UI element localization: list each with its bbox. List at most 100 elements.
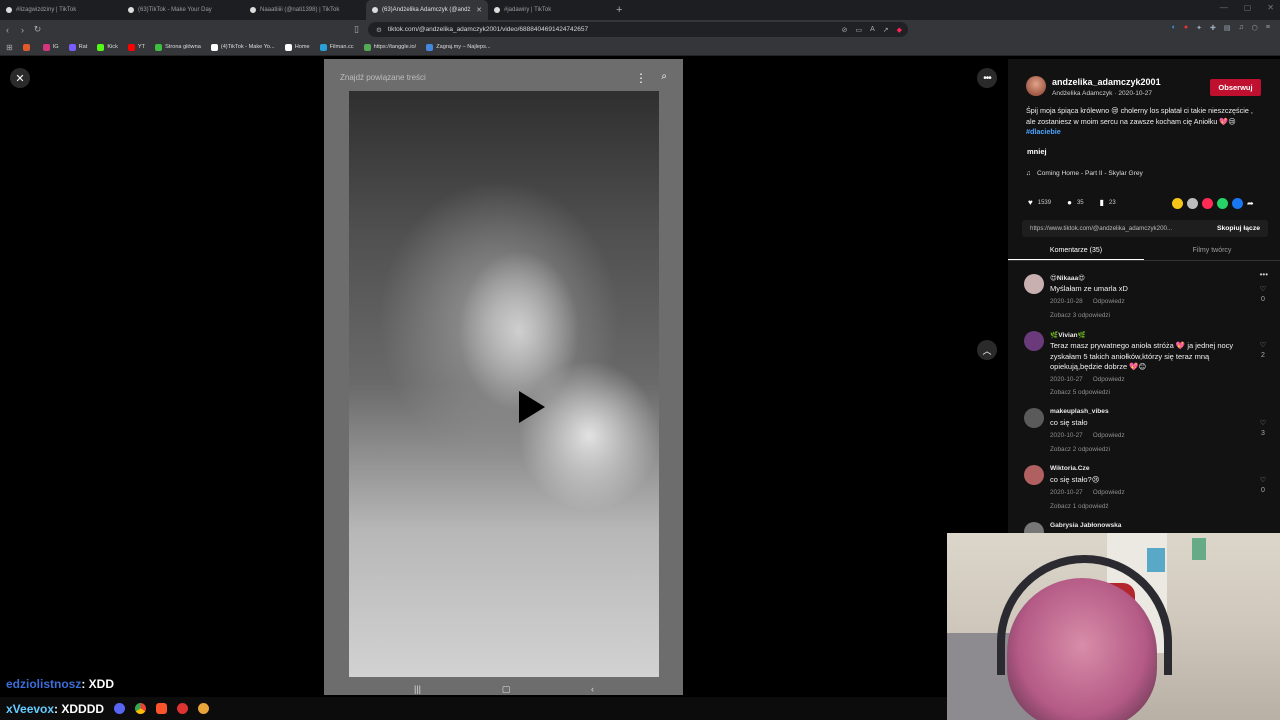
share-icon[interactable]: ↗ — [883, 26, 889, 34]
bookmark-item[interactable]: Home — [284, 43, 310, 51]
avatar[interactable] — [1026, 76, 1046, 96]
reply-link[interactable]: Odpowiedz — [1093, 298, 1125, 305]
toggle-description-link[interactable]: mniej — [1027, 147, 1047, 156]
comment-item: 🌿Vivian🌿 Teraz masz prywatnego anioła st… — [1024, 331, 1268, 401]
browser-tab-3[interactable]: Naaatiiiii (@nati1398) | TikTok — [244, 0, 366, 20]
extension-icon[interactable]: ◐ — [1172, 24, 1176, 32]
brave-shield-icon[interactable]: ◆ — [897, 26, 902, 34]
commenter-name[interactable]: makeuplash_vibes — [1050, 408, 1109, 415]
reply-link[interactable]: Odpowiedz — [1093, 376, 1125, 383]
bookmark-item[interactable]: Zagraj.my – Najleps... — [426, 43, 491, 51]
comment-stat[interactable]: ● 35 — [1067, 198, 1084, 207]
apps-grid-icon[interactable]: ⊞ — [6, 43, 13, 52]
menu-icon[interactable]: ≡ — [1266, 24, 1270, 32]
back-icon[interactable]: ‹ — [0, 25, 15, 35]
minimize-icon[interactable]: — — [1220, 3, 1228, 12]
browser-tab-2[interactable]: (63)TikTok - Make Your Day — [122, 0, 244, 20]
save-stat[interactable]: ▮ 23 — [1100, 198, 1116, 207]
comment-like[interactable]: ♡ 0 — [1258, 476, 1268, 496]
brave-icon[interactable] — [156, 703, 168, 714]
bookmark-item[interactable] — [22, 43, 33, 51]
music-icon[interactable]: ♫ — [1239, 24, 1244, 32]
previous-video-button[interactable]: ︿ — [977, 340, 997, 360]
sidebar-icon[interactable]: ▤ — [1224, 24, 1231, 32]
x-icon — [284, 43, 292, 51]
window-close-icon[interactable]: ✕ — [1267, 3, 1274, 12]
close-button[interactable]: ✕ — [10, 68, 30, 88]
extensions-area: ◐ ● ✦ ✚ ▤ ♫ ⬡ ≡ — [1172, 24, 1270, 32]
browser-tab-5[interactable]: #jadawiry | TikTok — [488, 0, 610, 20]
chat-text: : XDD — [81, 677, 115, 691]
commenter-name[interactable]: 😍Nikaaa😍 — [1050, 274, 1085, 282]
bookmark-item[interactable]: YT — [127, 43, 145, 51]
maximize-icon[interactable]: ▢ — [1244, 3, 1252, 12]
like-stat[interactable]: ♥ 1539 — [1028, 198, 1051, 207]
share-more-icon[interactable]: ➦ — [1247, 199, 1254, 208]
comment-more-icon[interactable]: ••• — [1260, 270, 1268, 279]
install-icon[interactable]: ▭ — [855, 26, 862, 34]
tab-close-icon[interactable]: ✕ — [476, 6, 482, 14]
tab-comments[interactable]: Komentarze (35) — [1008, 241, 1144, 260]
bookmark-item[interactable]: Kick — [97, 43, 118, 51]
share-embed-icon[interactable] — [1172, 198, 1183, 209]
share-repost-icon[interactable] — [1202, 198, 1213, 209]
search-icon[interactable]: ⌕ — [661, 71, 667, 82]
reply-link[interactable]: Odpowiedz — [1093, 432, 1125, 439]
share-whatsapp-icon[interactable] — [1217, 198, 1228, 209]
commenter-name[interactable]: Wiktoria.Cze — [1050, 465, 1090, 472]
bookmark-item[interactable]: Strona główna — [155, 43, 201, 51]
bookmark-item[interactable]: (4)TikTok - Make Yo... — [210, 43, 275, 51]
puzzle-icon[interactable]: ✚ — [1210, 24, 1216, 32]
vertical-dots-icon[interactable]: ⋮ — [635, 71, 647, 85]
comment-like[interactable]: ♡ 0 — [1258, 285, 1268, 305]
play-icon[interactable] — [519, 391, 545, 423]
extension-icon[interactable]: ✦ — [1196, 24, 1202, 32]
bookmark-item[interactable]: Rat — [68, 43, 87, 51]
view-replies-link[interactable]: Zobacz 2 odpowiedzi — [1050, 446, 1110, 453]
comment-like[interactable]: ♡ 3 — [1258, 419, 1268, 439]
view-replies-link[interactable]: Zobacz 5 odpowiedzi — [1050, 389, 1110, 396]
follow-button[interactable]: Obserwuj — [1210, 79, 1261, 96]
author-username[interactable]: andzelika_adamczyk2001 — [1052, 77, 1161, 87]
wallet-icon[interactable]: ⬡ — [1252, 24, 1258, 32]
view-replies-link[interactable]: Zobacz 3 odpowiedzi — [1050, 312, 1110, 319]
record-icon[interactable]: ● — [1184, 24, 1188, 32]
copy-link-button[interactable]: Skopiuj łącze — [1217, 225, 1260, 232]
bookmark-star-icon[interactable]: ▯ — [354, 24, 359, 35]
discord-icon[interactable] — [114, 703, 126, 714]
video-link-field[interactable]: https://www.tiktok.com/@andzelika_adamcz… — [1022, 220, 1268, 237]
new-tab-button[interactable]: + — [616, 4, 622, 16]
browser-tab-4-active[interactable]: (63)Andżelika Adamczyk (@andż ✕ — [366, 0, 488, 20]
back-nav-icon: ‹ — [591, 684, 594, 694]
translate-icon[interactable]: A — [870, 26, 875, 34]
more-options-button[interactable]: ••• — [977, 68, 997, 88]
reload-icon[interactable]: ↻ — [30, 24, 45, 35]
commenter-avatar[interactable] — [1024, 465, 1044, 485]
hashtag-link[interactable]: #dlaciebie — [1026, 127, 1061, 136]
chrome-icon[interactable] — [135, 703, 147, 714]
share-facebook-icon[interactable] — [1232, 198, 1243, 209]
bookmark-item[interactable]: Filman.cc — [319, 43, 354, 51]
comment-like[interactable]: ♡ 2 — [1258, 341, 1268, 361]
app-icon[interactable] — [198, 703, 210, 714]
commenter-name[interactable]: Gabrysia Jabłonowska — [1050, 522, 1121, 529]
site-info-icon[interactable]: ⚙ — [376, 26, 382, 34]
video-player[interactable]: Znajdź powiązane treści ⋮ ⌕ ➤ ||| ▢ ‹ — [324, 59, 683, 695]
commenter-name[interactable]: 🌿Vivian🌿 — [1050, 331, 1086, 339]
address-bar[interactable]: ⚙ tiktok.com/@andzelika_adamczyk2001/vid… — [368, 22, 908, 37]
commenter-avatar[interactable] — [1024, 331, 1044, 351]
bookmark-item[interactable]: IG — [42, 43, 59, 51]
share-friends-icon[interactable] — [1187, 198, 1198, 209]
reply-link[interactable]: Odpowiedz — [1093, 489, 1125, 496]
browser-icon[interactable] — [177, 703, 189, 714]
forward-icon[interactable]: › — [15, 25, 30, 35]
bookmark-item[interactable]: https://tanggle.io/ — [363, 43, 416, 51]
related-search-label[interactable]: Znajdź powiązane treści — [340, 73, 426, 82]
commenter-avatar[interactable] — [1024, 274, 1044, 294]
music-row[interactable]: ♫ Coming Home - Part II - Skylar Grey — [1026, 170, 1143, 177]
browser-tab-1[interactable]: #lizagwizdziny | TikTok — [0, 0, 122, 20]
eye-off-icon[interactable]: ⊘ — [842, 26, 848, 34]
tab-creator-videos[interactable]: Filmy twórcy — [1144, 241, 1280, 260]
commenter-avatar[interactable] — [1024, 408, 1044, 428]
view-replies-link[interactable]: Zobacz 1 odpowiedź — [1050, 503, 1109, 510]
